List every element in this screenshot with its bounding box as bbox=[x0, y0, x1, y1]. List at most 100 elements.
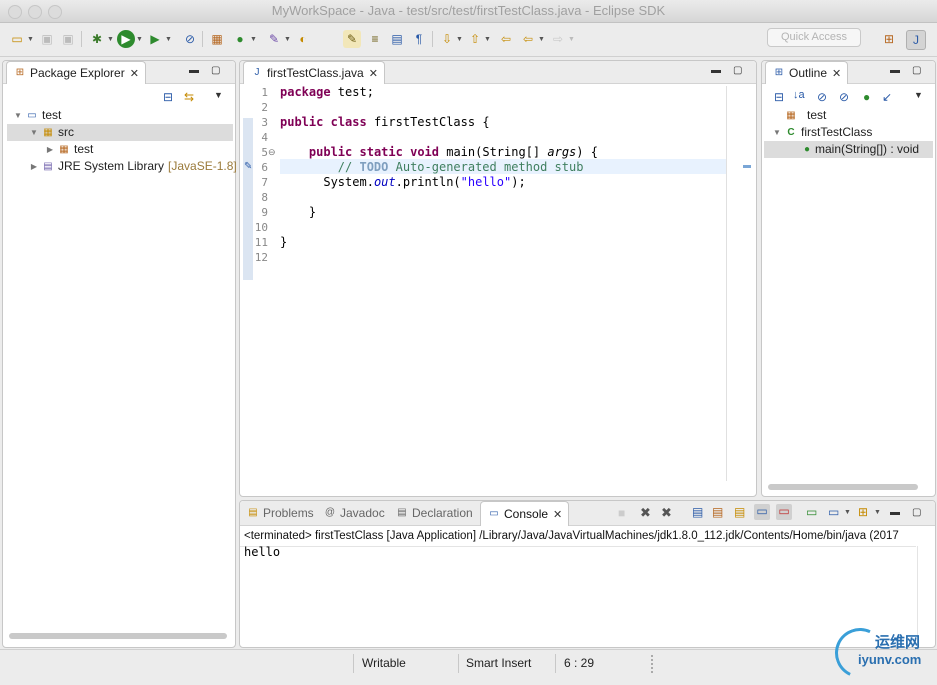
minimize-icon[interactable]: ▬ bbox=[189, 65, 199, 76]
hide-non-public-icon[interactable]: ● bbox=[863, 90, 870, 104]
new-java-package-icon[interactable]: ▦ bbox=[208, 30, 226, 48]
show-on-stderr-icon[interactable]: ▭ bbox=[776, 504, 792, 520]
back-dropdown-icon[interactable]: ▼ bbox=[538, 36, 545, 43]
tab-problems[interactable]: ▤ Problems bbox=[246, 504, 313, 522]
tab-console[interactable]: ▭ Console ✕ bbox=[480, 501, 570, 526]
view-menu-icon[interactable]: ▼ bbox=[914, 90, 923, 100]
tree-item-package-test[interactable]: ▶ ▦ test bbox=[45, 141, 93, 158]
debug-icon[interactable]: ✱ bbox=[88, 30, 106, 48]
collapse-all-icon[interactable]: ⊟ bbox=[163, 90, 173, 104]
scroll-lock-icon[interactable]: ▤ bbox=[712, 505, 723, 519]
code-line[interactable]: } bbox=[280, 235, 287, 250]
console-output[interactable]: hello bbox=[244, 545, 280, 559]
close-icon[interactable]: ✕ bbox=[553, 508, 562, 521]
hide-fields-icon[interactable]: ⊘ bbox=[817, 90, 827, 104]
open-console-dropdown-icon[interactable]: ▼ bbox=[874, 509, 881, 516]
open-type-dropdown-icon[interactable]: ▼ bbox=[284, 36, 291, 43]
back-icon[interactable]: ⇦ bbox=[519, 30, 537, 48]
horizontal-scrollbar[interactable] bbox=[9, 633, 227, 639]
code-line[interactable]: public static void main(String[] args) { bbox=[280, 145, 598, 160]
hide-local-types-icon[interactable]: ↙ bbox=[882, 90, 892, 104]
new-java-class-icon[interactable]: ● bbox=[231, 30, 249, 48]
tab-outline[interactable]: ⊞ Outline ✕ bbox=[765, 61, 849, 84]
code-line[interactable]: public class firstTestClass { bbox=[280, 115, 490, 130]
tab-javadoc[interactable]: @ Javadoc bbox=[323, 504, 385, 522]
maximize-icon[interactable]: ▢ bbox=[912, 65, 921, 76]
next-annotation-icon[interactable]: ⇩ bbox=[438, 30, 456, 48]
close-icon[interactable]: ✕ bbox=[369, 67, 378, 80]
pin-console-icon[interactable]: ▭ bbox=[806, 505, 817, 519]
clear-console-icon[interactable]: ▤ bbox=[692, 505, 703, 519]
code-line[interactable]: package test; bbox=[280, 85, 374, 100]
skip-breakpoints-icon[interactable]: ⊘ bbox=[181, 30, 199, 48]
last-edit-location-icon[interactable]: ⇦ bbox=[497, 30, 515, 48]
horizontal-scrollbar[interactable] bbox=[768, 484, 918, 490]
minimize-icon[interactable]: ▬ bbox=[890, 507, 900, 518]
expanded-arrow-icon[interactable]: ▼ bbox=[772, 124, 782, 141]
new-dropdown-icon[interactable]: ▼ bbox=[27, 36, 34, 43]
debug-dropdown-icon[interactable]: ▼ bbox=[107, 36, 114, 43]
display-console-icon[interactable]: ▭ bbox=[828, 505, 839, 519]
display-console-dropdown-icon[interactable]: ▼ bbox=[844, 509, 851, 516]
fold-collapse-icon[interactable]: ⊖ bbox=[268, 147, 276, 158]
outline-item-class[interactable]: ▼ C firstTestClass bbox=[772, 124, 872, 141]
terminate-icon[interactable]: ■ bbox=[618, 506, 625, 520]
external-tools-icon[interactable]: ▶ bbox=[146, 30, 164, 48]
toggle-word-wrap-icon[interactable]: ≡ bbox=[366, 30, 384, 48]
maximize-icon[interactable]: ▢ bbox=[733, 65, 742, 76]
open-console-icon[interactable]: ⊞ bbox=[858, 505, 868, 519]
code-line[interactable]: } bbox=[280, 205, 316, 220]
view-menu-icon[interactable]: ▼ bbox=[214, 90, 223, 100]
close-icon[interactable]: ✕ bbox=[832, 67, 841, 80]
tab-first-test-class[interactable]: J firstTestClass.java ✕ bbox=[243, 61, 385, 84]
java-perspective-icon[interactable]: J bbox=[906, 30, 926, 50]
new-class-dropdown-icon[interactable]: ▼ bbox=[250, 36, 257, 43]
collapse-all-icon[interactable]: ⊟ bbox=[774, 90, 784, 104]
outline-item-package[interactable]: ▦ test bbox=[782, 107, 826, 124]
expanded-arrow-icon[interactable]: ▼ bbox=[29, 124, 39, 141]
tree-item-src[interactable]: ▼ ▦ src bbox=[7, 124, 233, 141]
forward-dropdown-icon[interactable]: ▼ bbox=[568, 36, 575, 43]
sort-icon[interactable]: ↓a bbox=[793, 89, 805, 101]
code-line[interactable]: System.out.println("hello"); bbox=[280, 175, 525, 190]
task-marker-icon[interactable]: ✎ bbox=[244, 161, 252, 172]
open-perspective-icon[interactable]: ⊞ bbox=[880, 30, 898, 48]
collapsed-arrow-icon[interactable]: ▶ bbox=[29, 158, 39, 175]
toggle-block-selection-icon[interactable]: ▤ bbox=[388, 30, 406, 48]
link-with-editor-icon[interactable]: ⇆ bbox=[184, 90, 194, 104]
minimize-icon[interactable]: ▬ bbox=[890, 65, 900, 76]
maximize-icon[interactable]: ▢ bbox=[211, 65, 220, 76]
previous-annotation-icon[interactable]: ⇧ bbox=[466, 30, 484, 48]
tab-declaration[interactable]: ▤ Declaration bbox=[395, 504, 472, 522]
maximize-icon[interactable]: ▢ bbox=[912, 507, 921, 518]
quick-access-input[interactable]: Quick Access bbox=[767, 28, 861, 47]
remove-all-terminated-icon[interactable]: ✖ bbox=[661, 505, 672, 521]
open-task-icon[interactable]: ◐ bbox=[294, 30, 312, 48]
save-all-icon[interactable]: ▣ bbox=[59, 30, 77, 48]
run-dropdown-icon[interactable]: ▼ bbox=[136, 36, 143, 43]
next-annotation-dropdown-icon[interactable]: ▼ bbox=[456, 36, 463, 43]
overview-ruler-marker[interactable] bbox=[743, 165, 751, 168]
expanded-arrow-icon[interactable]: ▼ bbox=[13, 107, 23, 124]
show-on-stdout-icon[interactable]: ▭ bbox=[754, 504, 770, 520]
collapsed-arrow-icon[interactable]: ▶ bbox=[45, 141, 55, 158]
tab-package-explorer[interactable]: ⊞ Package Explorer ✕ bbox=[6, 61, 146, 84]
previous-annotation-dropdown-icon[interactable]: ▼ bbox=[484, 36, 491, 43]
toggle-mark-occurrences-icon[interactable]: ✎ bbox=[343, 30, 361, 48]
new-icon[interactable]: ▭ bbox=[8, 30, 26, 48]
save-icon[interactable]: ▣ bbox=[38, 30, 56, 48]
tree-item-jre-library[interactable]: ▶ ▤ JRE System Library [JavaSE-1.8] bbox=[29, 158, 237, 175]
tree-item-project-test[interactable]: ▼ ▭ test bbox=[13, 107, 61, 124]
status-bar-grip[interactable] bbox=[651, 655, 655, 673]
show-whitespace-icon[interactable]: ¶ bbox=[410, 30, 428, 48]
run-icon[interactable]: ▶ bbox=[117, 30, 135, 48]
close-icon[interactable]: ✕ bbox=[130, 67, 139, 80]
hide-static-icon[interactable]: ⊘ bbox=[839, 90, 849, 104]
remove-launch-icon[interactable]: ✖ bbox=[640, 505, 651, 521]
open-type-icon[interactable]: ✎ bbox=[265, 30, 283, 48]
external-tools-dropdown-icon[interactable]: ▼ bbox=[165, 36, 172, 43]
code-line[interactable]: // TODO Auto-generated method stub bbox=[280, 160, 584, 175]
minimize-icon[interactable]: ▬ bbox=[711, 65, 721, 76]
forward-icon[interactable]: ⇨ bbox=[549, 30, 567, 48]
word-wrap-icon[interactable]: ▤ bbox=[734, 505, 745, 519]
